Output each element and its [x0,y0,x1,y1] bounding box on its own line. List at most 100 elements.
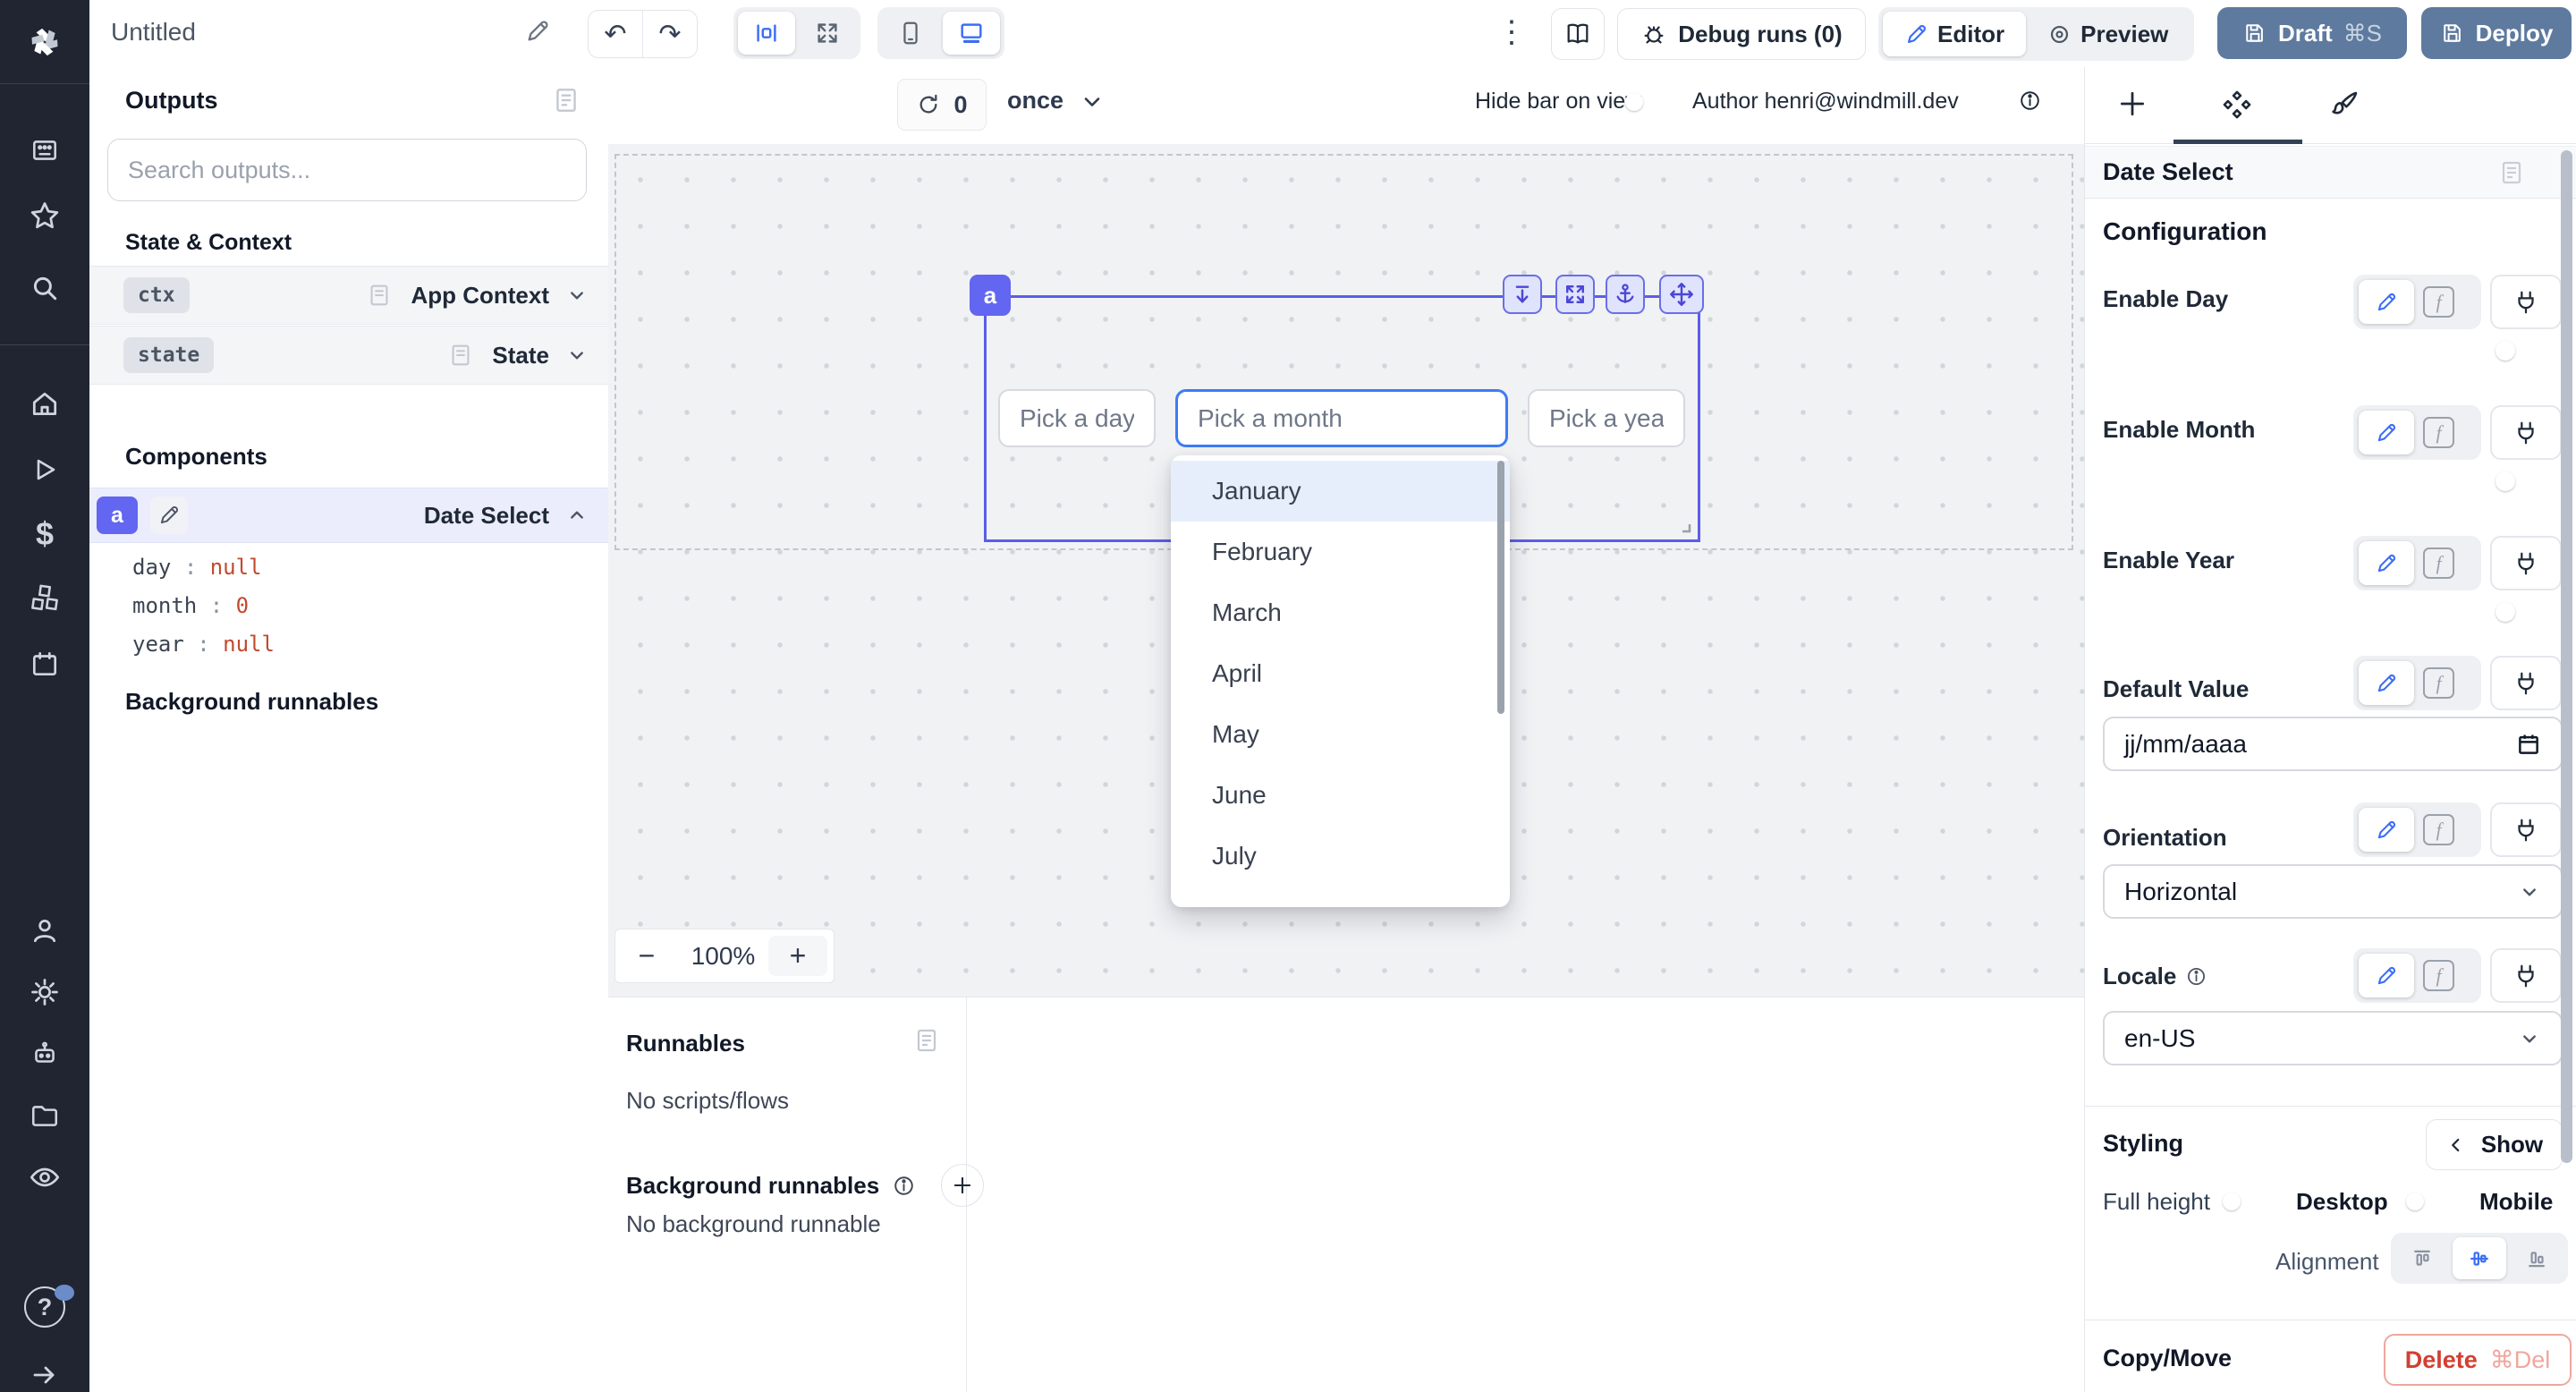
function-mode-icon[interactable]: f [2423,286,2454,318]
connect-plug-icon[interactable] [2490,536,2562,590]
chevron-down-icon[interactable] [1080,89,1105,115]
zoom-out-button[interactable]: − [615,929,678,982]
variables-dollar-icon[interactable]: $ [0,503,89,565]
zoom-in-button[interactable]: + [768,936,827,976]
pick-day-input[interactable] [998,389,1156,447]
apps-icon[interactable] [0,119,89,182]
function-mode-icon[interactable]: f [2423,417,2454,448]
function-mode-icon[interactable]: f [2423,667,2454,699]
function-mode-icon[interactable]: f [2423,814,2454,845]
insert-component-tab-plus-icon[interactable] [2117,89,2148,119]
search-outputs-input[interactable] [107,139,587,201]
month-option[interactable]: February [1171,522,1510,582]
audit-eye-icon[interactable] [0,1146,89,1209]
center-content-icon[interactable] [738,12,795,55]
debug-runs-button[interactable]: Debug runs (0) [1617,8,1866,60]
connect-plug-icon[interactable] [2490,405,2562,460]
search-icon[interactable] [0,257,89,319]
static-value-pencil-icon[interactable] [2359,954,2414,997]
configuration-title: Configuration [2103,217,2267,246]
month-option[interactable]: July [1171,826,1510,887]
component-row-selected[interactable]: a Date Select [89,488,608,543]
pick-month-input[interactable] [1175,389,1508,447]
month-option[interactable]: March [1171,582,1510,643]
rename-pencil-icon[interactable] [150,497,188,534]
settings-gear-icon[interactable] [0,961,89,1023]
month-option[interactable]: April [1171,643,1510,704]
state-row[interactable]: state State [89,326,608,385]
month-option[interactable]: May [1171,704,1510,765]
delete-button[interactable]: Delete ⌘Del [2384,1334,2572,1386]
doc-icon[interactable] [551,85,581,115]
move-component-icon[interactable] [1659,275,1704,314]
redo-icon[interactable]: ↷ [643,11,697,57]
chevron-down-icon[interactable] [565,344,589,367]
align-bottom-icon[interactable] [2510,1237,2563,1279]
info-icon[interactable] [2018,89,2042,113]
fill-height-icon[interactable] [1503,275,1542,314]
static-value-pencil-icon[interactable] [2359,541,2414,585]
connect-plug-icon[interactable] [2490,948,2562,1003]
docs-button[interactable] [1551,8,1605,60]
styling-show-button[interactable]: Show [2426,1119,2563,1170]
panel-scrollbar[interactable] [2561,150,2572,1163]
workers-robot-icon[interactable] [0,1023,89,1085]
folders-icon[interactable] [0,1084,89,1147]
tab-preview[interactable]: Preview [2026,12,2190,56]
undo-icon[interactable]: ↶ [589,11,643,57]
dropdown-scrollbar[interactable] [1497,461,1504,714]
resize-handle-icon[interactable] [1676,518,1692,534]
ctx-row[interactable]: ctx App Context [89,266,608,325]
connect-plug-icon[interactable] [2490,656,2562,710]
tab-editor[interactable]: Editor [1883,12,2026,56]
month-option[interactable]: January [1171,461,1510,522]
month-option[interactable]: June [1171,765,1510,826]
help-icon[interactable]: ? [0,1286,89,1328]
app-canvas[interactable]: a January February March April May June … [608,144,2084,997]
info-icon[interactable] [892,1174,916,1198]
runs-play-icon[interactable] [0,438,89,501]
expand-component-icon[interactable] [1555,275,1595,314]
chevron-down-icon[interactable] [565,284,589,307]
connect-plug-icon[interactable] [2490,275,2562,329]
function-mode-icon[interactable]: f [2423,960,2454,991]
static-value-pencil-icon[interactable] [2359,661,2414,705]
draft-button[interactable]: Draft ⌘S [2217,7,2407,59]
refresh-mode-label[interactable]: once [1007,87,1063,115]
resources-cubes-icon[interactable] [0,567,89,630]
windmill-logo[interactable] [0,0,89,84]
locale-select[interactable]: en-US [2103,1011,2563,1065]
home-icon[interactable] [0,373,89,436]
connect-plug-icon[interactable] [2490,802,2562,857]
month-option[interactable]: August [1171,887,1510,907]
mobile-view-icon[interactable] [882,12,939,55]
function-mode-icon[interactable]: f [2423,547,2454,579]
align-center-icon[interactable] [2453,1237,2506,1279]
canvas-toolbar: 0 once Hide bar on view Author henri@win… [608,67,2084,145]
default-value-date-input[interactable]: jj/mm/aaaa [2103,717,2563,771]
align-top-icon[interactable] [2395,1237,2449,1279]
chevron-up-icon[interactable] [565,504,589,527]
favorites-star-icon[interactable] [0,184,89,247]
doc-icon[interactable] [2497,158,2526,187]
orientation-select[interactable]: Horizontal [2103,864,2563,919]
pick-year-input[interactable] [1528,389,1685,447]
static-value-pencil-icon[interactable] [2359,280,2414,324]
add-background-runnable-button[interactable] [941,1164,984,1207]
styling-tab-brush-icon[interactable] [2328,89,2360,121]
deploy-button[interactable]: Deploy [2421,7,2572,59]
expand-canvas-icon[interactable] [799,12,856,55]
static-value-pencil-icon[interactable] [2359,411,2414,454]
schedules-calendar-icon[interactable] [0,632,89,695]
component-badge[interactable]: a [970,275,1011,316]
desktop-view-icon[interactable] [943,12,1000,55]
anchor-icon[interactable] [1606,275,1645,314]
static-value-pencil-icon[interactable] [2359,808,2414,852]
expand-sidebar-arrow-icon[interactable] [0,1344,89,1392]
rename-pencil-icon[interactable] [524,18,551,45]
kebab-menu-icon[interactable]: ⋮ [1498,14,1525,50]
refresh-counter[interactable]: 0 [897,79,987,131]
doc-icon[interactable] [912,1026,941,1055]
users-person-icon[interactable] [0,899,89,962]
component-settings-tab-icon[interactable] [2221,89,2253,121]
